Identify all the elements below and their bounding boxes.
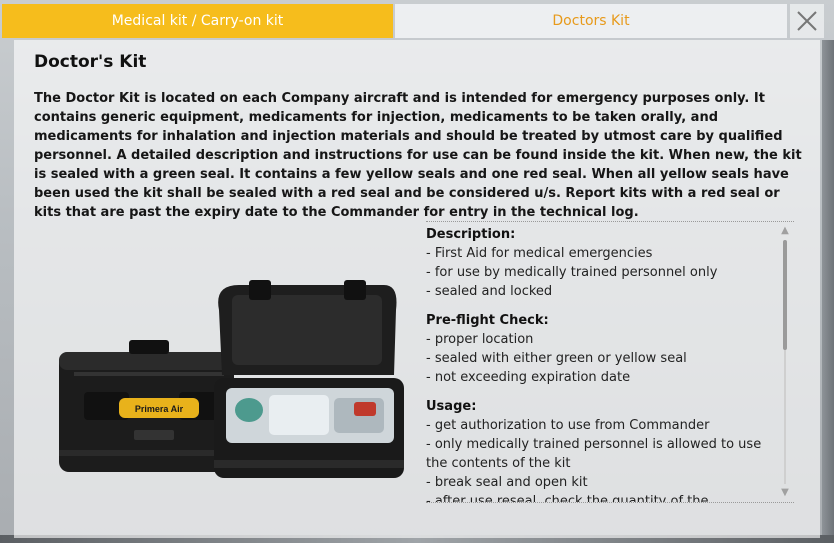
description-heading: Description: bbox=[426, 227, 516, 242]
content-panel: Doctor's Kit The Doctor Kit is located o… bbox=[14, 40, 820, 538]
usage-heading: Usage: bbox=[426, 399, 477, 414]
details-scroll-area[interactable]: Description: - First Aid for medical eme… bbox=[426, 221, 794, 503]
preflight-section: Pre-flight Check: - proper location - se… bbox=[426, 311, 764, 387]
list-item: - not exceeding expiration date bbox=[426, 370, 631, 385]
list-item: - break seal and open kit bbox=[426, 475, 588, 490]
scroll-up-arrow-icon[interactable]: ▲ bbox=[780, 226, 790, 236]
close-icon bbox=[797, 11, 817, 31]
usage-section: Usage: - get authorization to use from C… bbox=[426, 397, 764, 503]
scroll-thumb[interactable] bbox=[783, 240, 787, 350]
kit-brand-label: Primera Air bbox=[135, 404, 184, 414]
scroll-down-arrow-icon[interactable]: ▼ bbox=[780, 488, 790, 498]
scrollbar[interactable]: ▲ ▼ bbox=[780, 226, 790, 498]
close-button[interactable] bbox=[790, 4, 824, 38]
intro-text: The Doctor Kit is located on each Compan… bbox=[34, 91, 802, 220]
list-item: - sealed with either green or yellow sea… bbox=[426, 351, 687, 366]
page-title: Doctor's Kit bbox=[34, 52, 147, 72]
preflight-heading: Pre-flight Check: bbox=[426, 313, 549, 328]
tab-doctors-kit[interactable]: Doctors Kit bbox=[395, 4, 787, 38]
list-item: - after use reseal, check the quantity o… bbox=[426, 494, 709, 503]
list-item: - First Aid for medical emergencies bbox=[426, 246, 653, 261]
list-item: - sealed and locked bbox=[426, 284, 553, 299]
description-section: Description: - First Aid for medical eme… bbox=[426, 225, 764, 301]
list-item: - for use by medically trained personnel… bbox=[426, 265, 718, 280]
list-item: - only medically trained personnel is al… bbox=[426, 437, 762, 471]
list-item: - proper location bbox=[426, 332, 534, 347]
tab-medical-kit[interactable]: Medical kit / Carry-on kit bbox=[2, 4, 393, 38]
tab-bar: Medical kit / Carry-on kit Doctors Kit bbox=[0, 0, 834, 40]
doctors-kit-image: Primera Air bbox=[59, 280, 404, 478]
list-item: - get authorization to use from Commande… bbox=[426, 418, 710, 433]
background-edge bbox=[822, 40, 834, 540]
